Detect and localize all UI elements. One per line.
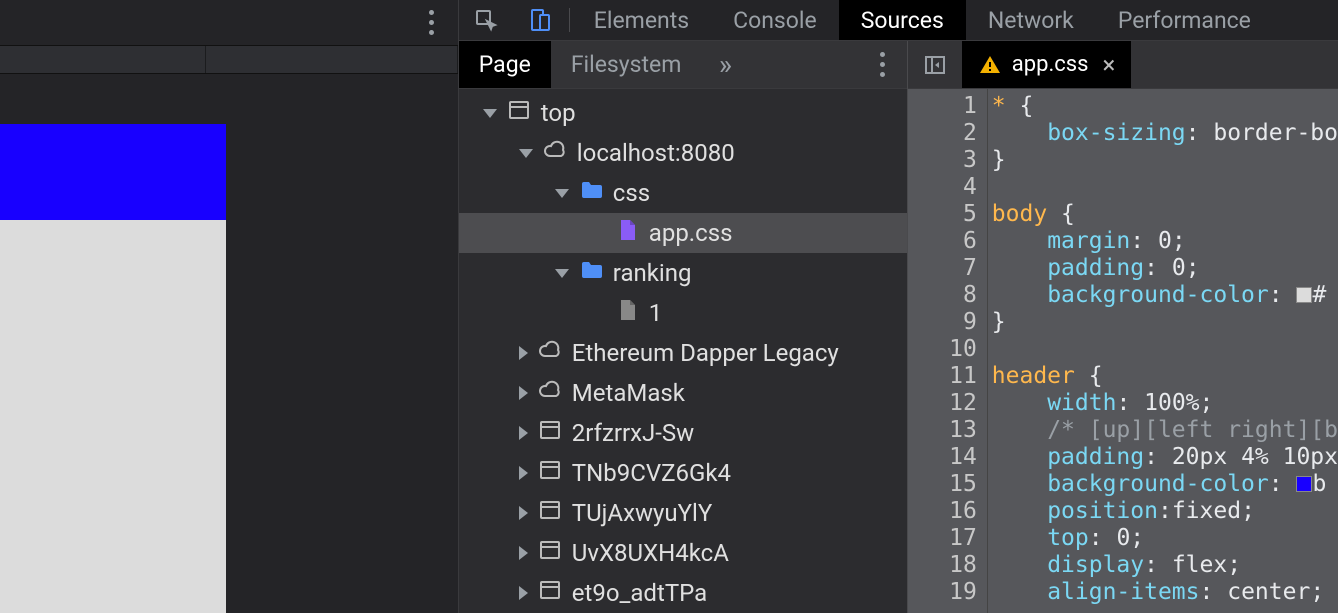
tree-item[interactable]: TUjAxwyuYlY: [459, 493, 907, 533]
cloud-icon: [543, 138, 567, 168]
frame-icon: [538, 418, 562, 448]
disclosure-triangle-icon[interactable]: [519, 386, 528, 400]
toggle-device-icon[interactable]: [513, 0, 567, 40]
file-tree: toplocalhost:8080 css app.css ranking 1 Ether…: [459, 89, 907, 613]
preview-toolbar: [0, 0, 458, 46]
preview-url-cell[interactable]: [0, 46, 206, 73]
tree-item[interactable]: TNb9CVZ6Gk4: [459, 453, 907, 493]
editor-tab-label: app.css: [1012, 52, 1089, 77]
tree-item-label: top: [541, 99, 576, 127]
disclosure-triangle-icon[interactable]: [519, 346, 528, 360]
frame-icon: [538, 498, 562, 528]
preview-url-cell[interactable]: [206, 46, 458, 73]
devtools-tab-performance[interactable]: Performance: [1096, 0, 1273, 40]
tree-item[interactable]: 2rfzrrxJ-Sw: [459, 413, 907, 453]
tree-item[interactable]: app.css: [459, 213, 907, 253]
file-icon: [615, 298, 639, 328]
kebab-icon[interactable]: [429, 10, 434, 35]
tree-item-label: 2rfzrrxJ-Sw: [572, 419, 694, 447]
tree-item-label: et9o_adtTPa: [572, 579, 707, 607]
disclosure-triangle-icon[interactable]: [519, 586, 528, 600]
disclosure-triangle-icon[interactable]: [483, 109, 497, 118]
tree-item-label: MetaMask: [572, 379, 685, 407]
tree-item-label: UvX8UXH4kcA: [572, 539, 729, 567]
color-swatch[interactable]: [1296, 287, 1312, 303]
frame-icon: [538, 458, 562, 488]
tree-item[interactable]: et9o_adtTPa: [459, 573, 907, 613]
folder-icon: [579, 258, 603, 288]
line-gutter: 12345678910111213141516171819: [908, 89, 988, 613]
devtools-panel: ElementsConsoleSourcesNetworkPerformance…: [458, 0, 1338, 613]
disclosure-triangle-icon[interactable]: [519, 546, 528, 560]
tree-item[interactable]: css: [459, 173, 907, 213]
page-preview: [0, 0, 458, 613]
disclosure-triangle-icon[interactable]: [519, 506, 528, 520]
preview-page: [0, 124, 226, 613]
disclosure-triangle-icon[interactable]: [555, 189, 569, 198]
color-swatch[interactable]: [1296, 476, 1312, 492]
tree-item-label: TNb9CVZ6Gk4: [572, 459, 731, 487]
devtools-tab-console[interactable]: Console: [711, 0, 839, 40]
cloud-icon: [538, 338, 562, 368]
code-content[interactable]: * { box-sizing: border-bo} body { margin…: [988, 89, 1338, 613]
tree-item[interactable]: MetaMask: [459, 373, 907, 413]
inspect-element-icon[interactable]: [459, 0, 513, 40]
preview-page-header: [0, 124, 226, 220]
close-icon[interactable]: ×: [1103, 51, 1116, 79]
overflow-icon[interactable]: »: [701, 41, 749, 88]
tree-item[interactable]: UvX8UXH4kcA: [459, 533, 907, 573]
sources-navigator: PageFilesystem » toplocalhost:8080 css app…: [459, 41, 908, 613]
tree-item[interactable]: Ethereum Dapper Legacy: [459, 333, 907, 373]
cloud-icon: [538, 378, 562, 408]
tree-item-label: app.css: [649, 219, 733, 247]
warning-icon: [978, 53, 1002, 77]
tree-item-label: 1: [649, 299, 663, 327]
tree-item-label: ranking: [613, 259, 692, 287]
frame-icon: [507, 98, 531, 128]
navigator-tab-page[interactable]: Page: [459, 41, 551, 88]
tree-item-label: Ethereum Dapper Legacy: [572, 339, 839, 367]
tree-item-label: localhost:8080: [577, 139, 735, 167]
disclosure-triangle-icon[interactable]: [555, 269, 569, 278]
disclosure-triangle-icon[interactable]: [519, 426, 528, 440]
editor-tab-active[interactable]: app.css ×: [962, 41, 1132, 88]
tree-item[interactable]: ranking: [459, 253, 907, 293]
disclosure-triangle-icon[interactable]: [519, 466, 528, 480]
preview-address-bar: [0, 46, 458, 74]
cssfile-icon: [615, 218, 639, 248]
devtools-tab-network[interactable]: Network: [966, 0, 1096, 40]
code-editor[interactable]: 12345678910111213141516171819 * { box-si…: [908, 89, 1338, 613]
navigator-tab-filesystem[interactable]: Filesystem: [551, 41, 702, 88]
devtools-tab-elements[interactable]: Elements: [572, 0, 711, 40]
navigator-tabs: PageFilesystem »: [459, 41, 907, 89]
kebab-icon[interactable]: [859, 41, 907, 88]
toggle-navigator-icon[interactable]: [908, 41, 962, 88]
editor-tabs: app.css ×: [908, 41, 1338, 89]
folder-icon: [579, 178, 603, 208]
frame-icon: [538, 538, 562, 568]
tree-item-label: css: [613, 179, 650, 207]
preview-viewport: [0, 74, 458, 613]
tree-item[interactable]: localhost:8080: [459, 133, 907, 173]
tree-item[interactable]: 1: [459, 293, 907, 333]
devtools-tabs: ElementsConsoleSourcesNetworkPerformance: [459, 0, 1338, 41]
disclosure-triangle-icon[interactable]: [519, 149, 533, 158]
editor-panel: app.css × 12345678910111213141516171819 …: [908, 41, 1338, 613]
devtools-tab-sources[interactable]: Sources: [839, 0, 966, 40]
frame-icon: [538, 578, 562, 608]
tree-item-label: TUjAxwyuYlY: [572, 499, 712, 527]
tree-item[interactable]: top: [459, 93, 907, 133]
